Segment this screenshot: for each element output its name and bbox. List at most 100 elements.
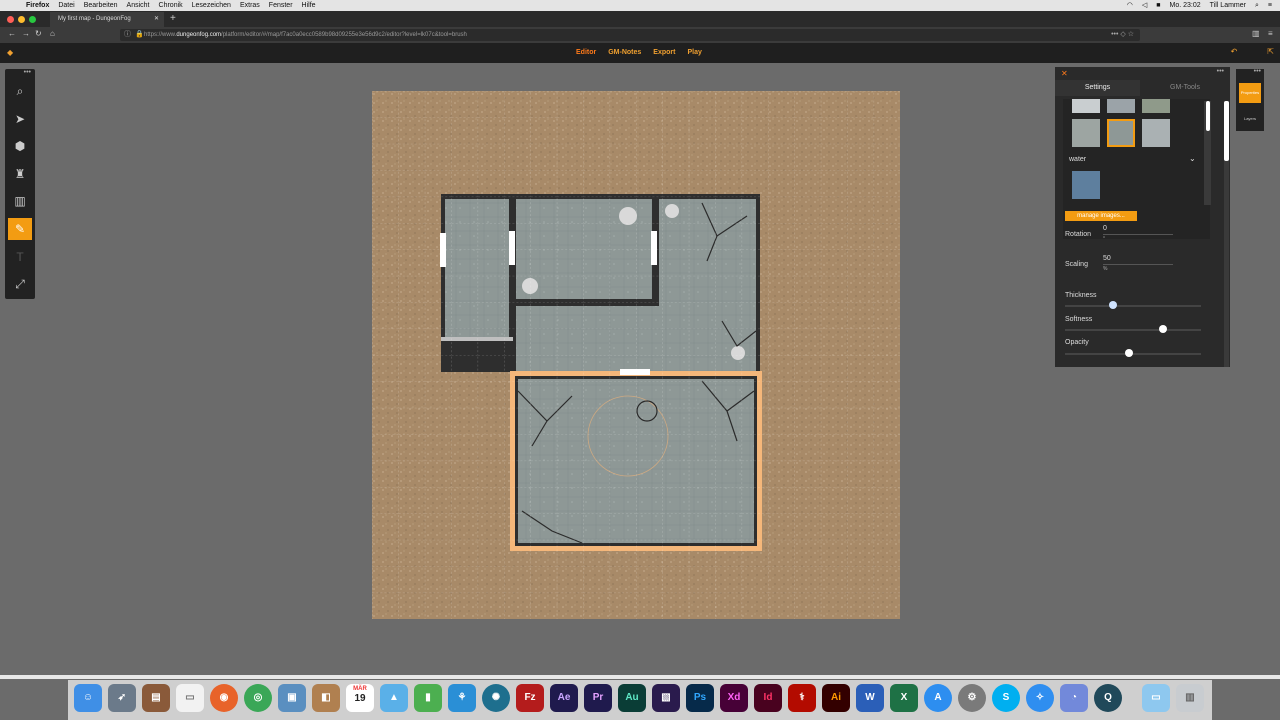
cyberduck-icon[interactable]: ⚘: [448, 684, 476, 712]
strip-more-icon[interactable]: •••: [1254, 68, 1261, 75]
menu-datei[interactable]: Datei: [58, 0, 74, 11]
undo-icon[interactable]: ↶: [1231, 47, 1238, 56]
clock-text[interactable]: Mo. 23:02: [1170, 0, 1201, 11]
nav-gm-notes[interactable]: GM-Notes: [608, 43, 641, 63]
tab-gm-tools[interactable]: GM-Tools: [1140, 80, 1230, 96]
nav-export[interactable]: Export: [653, 43, 675, 63]
volume-icon[interactable]: ◁: [1142, 0, 1147, 11]
audition-icon[interactable]: Au: [618, 684, 646, 712]
texture-scrollbar-thumb[interactable]: [1206, 101, 1210, 131]
nav-editor[interactable]: Editor: [576, 43, 596, 63]
launchpad-icon[interactable]: ➶: [108, 684, 136, 712]
select-tool-icon[interactable]: ➤: [8, 108, 32, 130]
text-tool-icon[interactable]: T: [8, 246, 32, 268]
user-name[interactable]: Till Lammer: [1210, 0, 1246, 11]
menu-chronik[interactable]: Chronik: [159, 0, 183, 11]
rotation-value[interactable]: 0: [1103, 225, 1107, 232]
excel-icon[interactable]: X: [890, 684, 918, 712]
softness-slider-track[interactable]: [1065, 329, 1201, 331]
dungeonfog-logo-icon[interactable]: ◆: [7, 48, 13, 57]
firefox-icon[interactable]: ◉: [210, 684, 238, 712]
safari-icon[interactable]: ✧: [1026, 684, 1054, 712]
sidebar-toggle-icon[interactable]: ▥: [1252, 29, 1260, 38]
object-tool-icon[interactable]: ⬢: [8, 135, 32, 157]
indesign-icon[interactable]: Id: [754, 684, 782, 712]
close-panel-icon[interactable]: ✕: [1061, 69, 1068, 78]
menu-bearbeiten[interactable]: Bearbeiten: [84, 0, 118, 11]
photoshop-icon[interactable]: Ps: [686, 684, 714, 712]
thickness-slider-track[interactable]: [1065, 305, 1201, 307]
menu-ansicht[interactable]: Ansicht: [127, 0, 150, 11]
downloads-folder-icon[interactable]: ▭: [1142, 684, 1170, 712]
brush-tool-icon[interactable]: ✎: [8, 218, 32, 240]
search-icon[interactable]: ⌕: [1255, 0, 1259, 11]
filezilla-icon[interactable]: Fz: [516, 684, 544, 712]
illustrator-icon[interactable]: Ai: [822, 684, 850, 712]
finder-icon[interactable]: ☺: [74, 684, 102, 712]
quicktime-icon[interactable]: Q: [1094, 684, 1122, 712]
opacity-slider-track[interactable]: [1065, 353, 1201, 355]
chevron-down-icon[interactable]: ⌄: [1189, 154, 1196, 163]
panel-scrollbar-thumb[interactable]: [1224, 101, 1229, 161]
media-encoder-icon[interactable]: ▧: [652, 684, 680, 712]
keynote-icon[interactable]: ▲: [380, 684, 408, 712]
texture-swatch[interactable]: [1142, 99, 1170, 113]
map-canvas[interactable]: [372, 91, 900, 619]
close-window-icon[interactable]: [7, 16, 14, 23]
tab-settings[interactable]: Settings: [1055, 80, 1140, 96]
texture-swatch[interactable]: [1142, 119, 1170, 147]
app-icon[interactable]: ▤: [142, 684, 170, 712]
menu-fenster[interactable]: Fenster: [269, 0, 293, 11]
chrome-icon[interactable]: ◎: [244, 684, 272, 712]
properties-button[interactable]: Properties: [1239, 83, 1261, 103]
menu-extras[interactable]: Extras: [240, 0, 260, 11]
texture-swatch[interactable]: [1072, 119, 1100, 147]
xd-icon[interactable]: Xd: [720, 684, 748, 712]
calendar-icon[interactable]: MÄR 19: [346, 684, 374, 712]
bookmark-star-icon[interactable]: ☆: [1128, 31, 1134, 38]
discord-icon[interactable]: ◔: [1060, 684, 1088, 712]
pocket-icon[interactable]: ◇: [1120, 31, 1125, 38]
texture-swatch[interactable]: [1072, 99, 1100, 113]
contacts-icon[interactable]: ◧: [312, 684, 340, 712]
texture-swatch[interactable]: [1107, 99, 1135, 113]
skype-icon[interactable]: S: [992, 684, 1020, 712]
close-tab-icon[interactable]: ✕: [154, 12, 159, 27]
layers-button[interactable]: Layers: [1239, 109, 1261, 129]
manage-images-button[interactable]: manage images...: [1065, 211, 1137, 221]
panel-more-icon[interactable]: •••: [1217, 68, 1224, 75]
system-preferences-icon[interactable]: ⚙: [958, 684, 986, 712]
textedit-icon[interactable]: ▭: [176, 684, 204, 712]
new-tab-icon[interactable]: +: [170, 12, 176, 26]
toolbar-more-icon[interactable]: •••: [24, 69, 31, 76]
hamburger-menu-icon[interactable]: ≡: [1268, 29, 1273, 38]
nav-play[interactable]: Play: [687, 43, 701, 63]
info-icon[interactable]: ⓘ: [124, 29, 131, 41]
home-icon[interactable]: ⌂: [50, 29, 55, 38]
wifi-icon[interactable]: ◠: [1127, 0, 1133, 11]
trash-icon[interactable]: ▥: [1176, 684, 1204, 712]
back-icon[interactable]: ←: [8, 29, 16, 38]
texture-swatch-water[interactable]: [1072, 171, 1100, 199]
redo-icon[interactable]: ⇱: [1267, 47, 1274, 56]
zoom-window-icon[interactable]: [29, 16, 36, 23]
menu-hilfe[interactable]: Hilfe: [302, 0, 316, 11]
texture-swatch-selected[interactable]: [1107, 119, 1135, 147]
premiere-icon[interactable]: Pr: [584, 684, 612, 712]
flag-icon[interactable]: ■: [1156, 0, 1160, 11]
panel-scrollbar[interactable]: [1224, 101, 1229, 367]
menu-lesezeichen[interactable]: Lesezeichen: [192, 0, 231, 11]
wall-tool-icon[interactable]: ▥: [8, 190, 32, 212]
browser-tab[interactable]: My first map - DungeonFog ✕: [50, 12, 164, 27]
texture-group-label[interactable]: water: [1069, 156, 1086, 163]
fit-view-icon[interactable]: ⤢: [8, 273, 32, 295]
word-icon[interactable]: W: [856, 684, 884, 712]
minimize-window-icon[interactable]: [18, 16, 25, 23]
after-effects-icon[interactable]: Ae: [550, 684, 578, 712]
sourcetree-icon[interactable]: ✺: [482, 684, 510, 712]
menu-list-icon[interactable]: ≡: [1268, 0, 1272, 11]
stamp-tool-icon[interactable]: ♜: [8, 163, 32, 185]
thickness-slider-knob[interactable]: [1108, 301, 1117, 309]
forward-icon[interactable]: →: [22, 29, 30, 38]
url-bar[interactable]: ⓘ 🔒 https://www.dungeonfog.com/platform/…: [120, 29, 1140, 41]
